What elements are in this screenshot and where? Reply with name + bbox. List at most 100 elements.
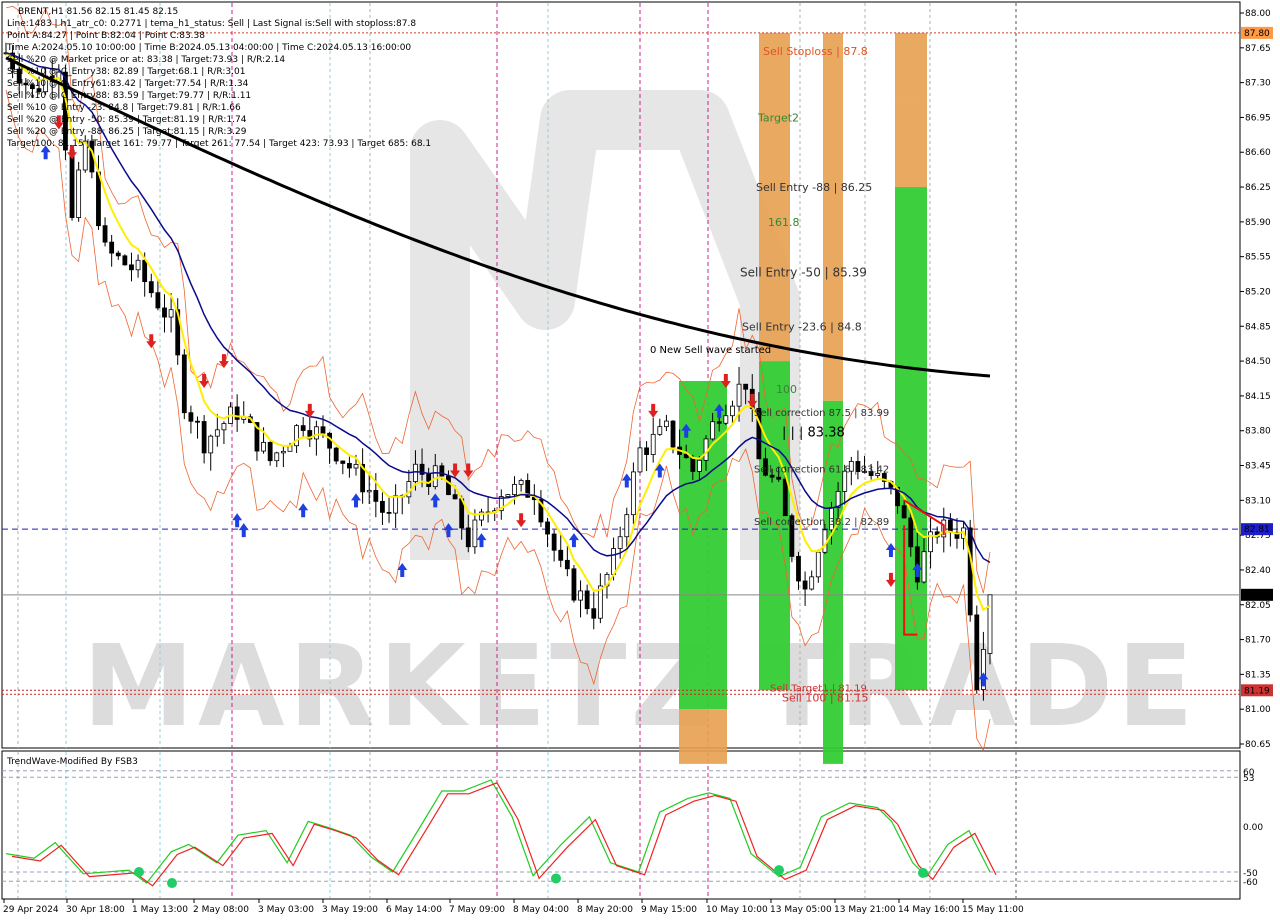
candle-body [670, 420, 676, 448]
time-tick-label: 13 May 05:00 [770, 905, 832, 915]
annotation-entry23: Sell Entry -23.6 | 84.8 [742, 320, 862, 333]
price-tick-label: 82.05 [1245, 601, 1271, 611]
price-tag-label: 87.80 [1244, 29, 1270, 39]
zone-block [895, 187, 927, 691]
time-tick-label: 9 May 15:00 [641, 905, 697, 915]
candle-body [413, 463, 418, 482]
time-tick-label: 10 May 10:00 [706, 905, 768, 915]
indicator-tick-label: 0.00 [1243, 823, 1263, 833]
candle-body [710, 421, 716, 440]
time-tick-label: 8 May 04:00 [513, 905, 569, 915]
candle-body [162, 307, 167, 318]
info-line: Sell %20 @ Market price or at: 83.38 | T… [7, 55, 285, 65]
candle-body [591, 608, 597, 619]
candle-body [782, 478, 788, 517]
candle-body [313, 426, 319, 440]
info-line: Line:1483 | h1_atr_c0: 0.2771 | tema_h1_… [7, 19, 416, 29]
price-axis: 88.00 87.65 87.30 86.95 86.60 86.25 85.90 85.55… [1240, 9, 1273, 750]
candle-body [908, 517, 914, 548]
price-tick-label: 84.85 [1245, 322, 1271, 332]
candle-body [353, 463, 359, 469]
annotation-corr87: Sell correction 87.5 | 83.99 [754, 408, 889, 419]
price-tick-label: 81.35 [1245, 670, 1271, 680]
candle-body [280, 450, 286, 454]
price-tick-label: 81.70 [1245, 636, 1271, 646]
candle-body [624, 514, 630, 538]
candle-body [261, 441, 266, 452]
price-tick-label: 85.55 [1245, 253, 1271, 263]
price-tick-label: 86.60 [1245, 148, 1271, 158]
candle-body [769, 474, 775, 478]
price-tag-label: 82.81 [1244, 525, 1270, 535]
candle-body [142, 259, 148, 283]
candle-body [921, 551, 927, 583]
candle-body [76, 169, 82, 218]
candle-body [551, 533, 557, 551]
candle-body [584, 590, 590, 610]
candle-body [102, 225, 108, 243]
candle-body [300, 425, 306, 431]
candle-body [637, 447, 643, 473]
annotation-pointc: | | | 83.38 [782, 426, 845, 441]
candle-body [201, 421, 207, 454]
price-tick-label: 84.15 [1245, 392, 1271, 402]
time-tick-label: 2 May 08:00 [193, 905, 249, 915]
candle-body [518, 480, 524, 485]
candle-body [432, 465, 438, 488]
price-chart[interactable]: MARKETZ TRADE Sell Stoploss | 87.8Target… [0, 0, 1280, 920]
candle-body [987, 594, 993, 654]
indicator-tick-label: 53 [1243, 774, 1254, 784]
candle-body [690, 457, 696, 472]
info-line: Target100: 81.15 | Target 161: 79.77 | T… [6, 139, 431, 149]
price-tick-label: 83.80 [1245, 427, 1271, 437]
candle-body [505, 494, 511, 497]
candle-body [129, 264, 134, 271]
candle-body [630, 471, 636, 516]
price-tick-label: 86.25 [1245, 183, 1271, 193]
candle-body [386, 511, 392, 514]
time-tick-label: 6 May 14:00 [386, 905, 442, 915]
candle-body [439, 465, 445, 477]
candle-body [664, 420, 669, 428]
candle-body [802, 580, 808, 590]
annotation-corr61: Sell correction 61.8 | 83.42 [754, 465, 889, 476]
annotation-target2: Target2 [757, 111, 799, 124]
candle-body [347, 463, 352, 469]
candle-body [148, 281, 154, 294]
info-line: Sell %10 @ C_Entry61:83.42 | Target:77.5… [7, 79, 249, 89]
candle-body [452, 494, 458, 500]
candle-body [657, 426, 663, 435]
candle-body [393, 495, 399, 514]
candle-body [644, 447, 649, 455]
time-tick-label: 15 May 11:00 [962, 905, 1024, 915]
candle-body [181, 354, 187, 414]
price-tag-label: 81.19 [1244, 686, 1270, 696]
time-tick-label: 29 Apr 2024 [3, 905, 59, 915]
info-line: Sell %20 @ Entry -88: 86.25 | Target:81.… [7, 127, 247, 137]
time-tick-label: 13 May 21:00 [834, 905, 896, 915]
candle-body [366, 490, 372, 493]
candle-body [697, 459, 702, 472]
candle-body [723, 415, 729, 424]
candle-body [294, 425, 299, 447]
candle-body [809, 576, 815, 590]
candle-body [96, 171, 101, 227]
chart-window: MARKETZ TRADE Sell Stoploss | 87.8 Target… [0, 0, 1280, 920]
time-tick-label: 3 May 03:00 [258, 905, 314, 915]
candle-body [947, 519, 953, 533]
candle-body [115, 252, 121, 257]
candle-body [69, 149, 75, 218]
candle-body [564, 559, 570, 570]
indicator-title: TrendWave-Modified By FSB3 [6, 757, 138, 767]
symbol-header: BRENT,H1 81.56 82.15 81.45 82.15 [18, 7, 178, 17]
zone-block [679, 709, 727, 764]
candle-body [650, 433, 656, 455]
indicator-signal-dot [774, 865, 784, 876]
annotation-fib100: 100 [776, 383, 797, 396]
candle-body [168, 309, 174, 318]
candle-body [974, 614, 980, 690]
candle-body [465, 527, 471, 548]
price-tick-label: 83.45 [1245, 462, 1271, 472]
time-tick-label: 3 May 19:00 [322, 905, 378, 915]
candle-body [380, 500, 385, 513]
